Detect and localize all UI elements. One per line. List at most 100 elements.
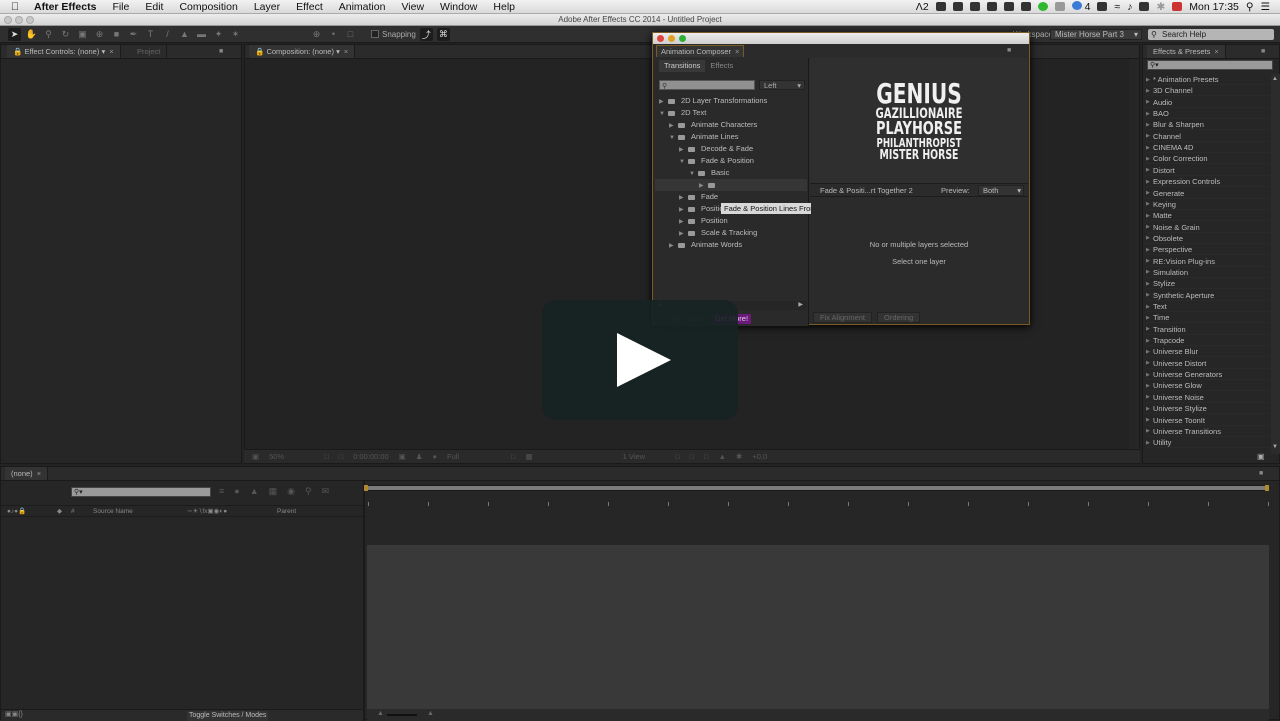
expand-arrow-icon[interactable]: ▶ bbox=[1146, 245, 1153, 256]
close-icon[interactable]: × bbox=[735, 47, 739, 56]
app-menu[interactable]: After Effects bbox=[30, 1, 104, 13]
effects-category-item[interactable]: ▶ Universe Blur bbox=[1146, 346, 1270, 358]
tree-node[interactable]: ▶ Scale & Tracking bbox=[655, 227, 807, 239]
eraser-tool-icon[interactable]: ▬ bbox=[195, 28, 208, 41]
comp-scrollbar[interactable] bbox=[1129, 59, 1139, 451]
ac-search-input[interactable]: ⚲ bbox=[659, 80, 755, 90]
tree-node[interactable]: ▶ Animate Words bbox=[655, 239, 807, 251]
menu-help[interactable]: Help bbox=[485, 1, 523, 13]
effects-category-item[interactable]: ▶ Simulation bbox=[1146, 267, 1270, 278]
bookmark-icon[interactable] bbox=[1020, 2, 1031, 11]
panel-menu-icon[interactable]: ■ bbox=[1259, 470, 1269, 477]
effects-category-item[interactable]: ▶ Distort bbox=[1146, 165, 1270, 176]
effects-category-item[interactable]: ▶ Synthetic Aperture bbox=[1146, 290, 1270, 301]
comp-mini-flowchart-icon[interactable]: ≡ bbox=[219, 486, 224, 497]
work-area-start-handle[interactable] bbox=[364, 485, 368, 491]
rectangle-tool-icon[interactable]: ■ bbox=[110, 28, 123, 41]
expand-arrow-icon[interactable]: ▶ bbox=[1146, 324, 1153, 335]
tab-animation-composer[interactable]: Animation Composer × bbox=[656, 45, 745, 57]
close-icon[interactable]: × bbox=[109, 47, 113, 56]
snapping-toggle[interactable]: Snapping bbox=[371, 30, 416, 39]
expand-arrow-icon[interactable]: ▶ bbox=[1146, 131, 1153, 142]
expand-arrow-icon[interactable]: ▶ bbox=[1146, 279, 1153, 290]
menu-window[interactable]: Window bbox=[432, 1, 485, 13]
snapping-checkbox[interactable] bbox=[371, 30, 379, 38]
close-icon[interactable]: × bbox=[344, 47, 348, 56]
expand-arrow-icon[interactable]: ▶ bbox=[1146, 358, 1153, 369]
snap-grid-icon[interactable]: ⌘ bbox=[436, 27, 450, 41]
tab-timeline[interactable]: (none) × bbox=[5, 467, 49, 480]
expand-arrow-icon[interactable]: ▶ bbox=[1146, 381, 1153, 392]
exposure-icon[interactable]: ✱ bbox=[736, 452, 742, 461]
scroll-down-icon[interactable]: ▼ bbox=[1272, 444, 1278, 450]
tree-node[interactable]: ▶ Animate Characters bbox=[655, 119, 807, 131]
timeline-icon[interactable]: □ bbox=[704, 452, 709, 461]
wifi-icon[interactable]: ≈ bbox=[1114, 1, 1120, 13]
dropbox-icon[interactable] bbox=[935, 2, 946, 11]
timecode[interactable]: 0:00:00:00 bbox=[353, 452, 388, 461]
effects-category-item[interactable]: ▶ Text bbox=[1146, 301, 1270, 312]
zoom-window-button[interactable] bbox=[26, 16, 34, 24]
timeline-track-area[interactable] bbox=[367, 545, 1269, 711]
tree-node[interactable]: ▼ Basic bbox=[655, 167, 807, 179]
effects-category-item[interactable]: ▶ CINEMA 4D bbox=[1146, 142, 1270, 154]
effects-category-item[interactable]: ▶ Universe Noise bbox=[1146, 392, 1270, 403]
tree-node[interactable]: ▶ Fade bbox=[655, 191, 807, 203]
effects-category-item[interactable]: ▶ * Animation Presets bbox=[1146, 74, 1270, 85]
tab-effect-controls[interactable]: 🔒 Effect Controls: (none) ▾ × bbox=[7, 45, 121, 58]
timeline-search-input[interactable]: ⚲▾ bbox=[71, 487, 211, 497]
panel-menu-icon[interactable]: ■ bbox=[1007, 47, 1017, 54]
adobe-icon[interactable]: Λ2 bbox=[916, 1, 929, 13]
direction-select[interactable]: Left ▾ bbox=[759, 80, 805, 90]
ac-minimize-button[interactable] bbox=[668, 35, 675, 42]
expand-arrow-icon[interactable]: ▶ bbox=[1146, 222, 1153, 233]
tree-node[interactable]: ▼ Animate Lines bbox=[655, 131, 807, 143]
expand-arrow-icon[interactable]: ▶ bbox=[1146, 370, 1153, 381]
brush-tool-icon[interactable]: / bbox=[161, 28, 174, 41]
effects-category-item[interactable]: ▶ Utility bbox=[1146, 437, 1270, 449]
expand-arrow-icon[interactable]: ▶ bbox=[1146, 211, 1153, 222]
close-window-button[interactable] bbox=[4, 16, 12, 24]
column-source-name[interactable]: Source Name bbox=[93, 506, 133, 517]
effects-category-item[interactable]: ▶ Perspective bbox=[1146, 244, 1270, 256]
expand-arrow-icon[interactable]: ▶ bbox=[1146, 154, 1153, 165]
expand-arrow-icon[interactable]: ▶ bbox=[1146, 290, 1153, 301]
toggle-pixel-aspect-icon[interactable]: □ bbox=[675, 452, 680, 461]
brainstorm-icon[interactable]: ✉ bbox=[322, 486, 330, 497]
menu-composition[interactable]: Composition bbox=[171, 1, 245, 13]
time-zoom-slider[interactable] bbox=[387, 714, 417, 716]
expand-arrow-icon[interactable]: ▶ bbox=[1146, 86, 1153, 97]
close-icon[interactable]: × bbox=[1214, 47, 1218, 56]
effects-category-item[interactable]: ▶ Generate bbox=[1146, 188, 1270, 199]
effects-category-item[interactable]: ▶ Color Correction bbox=[1146, 153, 1270, 165]
apple-icon[interactable]:  bbox=[0, 1, 30, 13]
search-help-input[interactable]: ⚲ Search Help bbox=[1148, 29, 1274, 40]
transparency-grid-icon[interactable]: ▦ bbox=[526, 452, 533, 461]
menu-view[interactable]: View bbox=[393, 1, 432, 13]
lock-icon[interactable]: 🔒 bbox=[255, 47, 264, 56]
tab-effects-presets[interactable]: Effects & Presets × bbox=[1147, 45, 1226, 58]
effects-category-item[interactable]: ▶ Universe Distort bbox=[1146, 358, 1270, 369]
channel-icon[interactable]: ● bbox=[432, 452, 437, 461]
effects-category-item[interactable]: ▶ BAO bbox=[1146, 108, 1270, 120]
flowchart-icon[interactable]: ▲ bbox=[719, 452, 726, 461]
effects-category-item[interactable]: ▶ Obsolete bbox=[1146, 233, 1270, 244]
panel-menu-icon[interactable]: ■ bbox=[1261, 48, 1271, 55]
preview-select[interactable]: Both ▾ bbox=[978, 185, 1024, 196]
tree-node[interactable]: ▶ 2D Layer Transformations bbox=[655, 95, 807, 107]
volume-icon[interactable]: ♪ bbox=[1127, 1, 1132, 13]
expand-arrow-icon[interactable]: ▶ bbox=[1146, 392, 1153, 403]
hide-shy-icon[interactable]: ▲ bbox=[250, 486, 259, 497]
tab-project[interactable]: Project bbox=[131, 45, 168, 58]
always-preview-icon[interactable]: ▣ bbox=[252, 452, 259, 461]
show-snapshot-icon[interactable]: ♟ bbox=[416, 452, 423, 461]
notification-icon[interactable]: 4 bbox=[1071, 0, 1090, 13]
region-icon[interactable]: □ bbox=[511, 452, 516, 461]
expand-arrow-icon[interactable]: ▶ bbox=[1146, 120, 1153, 131]
lock-icon[interactable]: 🔒 bbox=[13, 47, 22, 56]
pan-behind-tool-icon[interactable]: ⊕ bbox=[93, 28, 106, 41]
axis-local-icon[interactable]: ⊕ bbox=[310, 28, 323, 41]
scroll-up-icon[interactable]: ▲ bbox=[1272, 76, 1278, 82]
effects-category-item[interactable]: ▶ Channel bbox=[1146, 131, 1270, 142]
hand-tool-icon[interactable]: ✋ bbox=[25, 28, 38, 41]
